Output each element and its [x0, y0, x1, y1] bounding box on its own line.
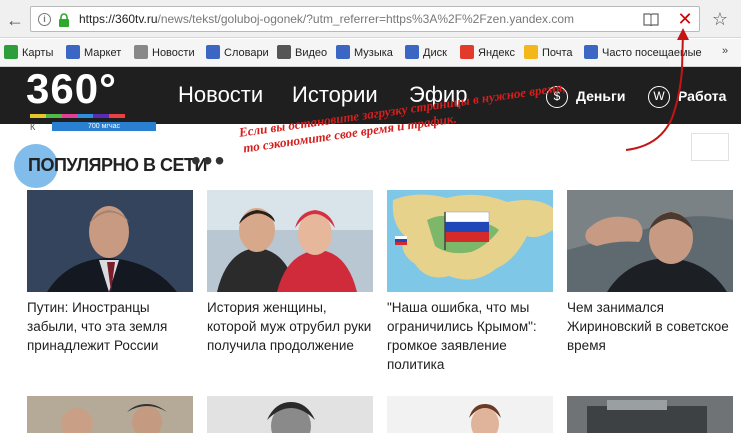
annotation-arrow: [625, 28, 689, 151]
